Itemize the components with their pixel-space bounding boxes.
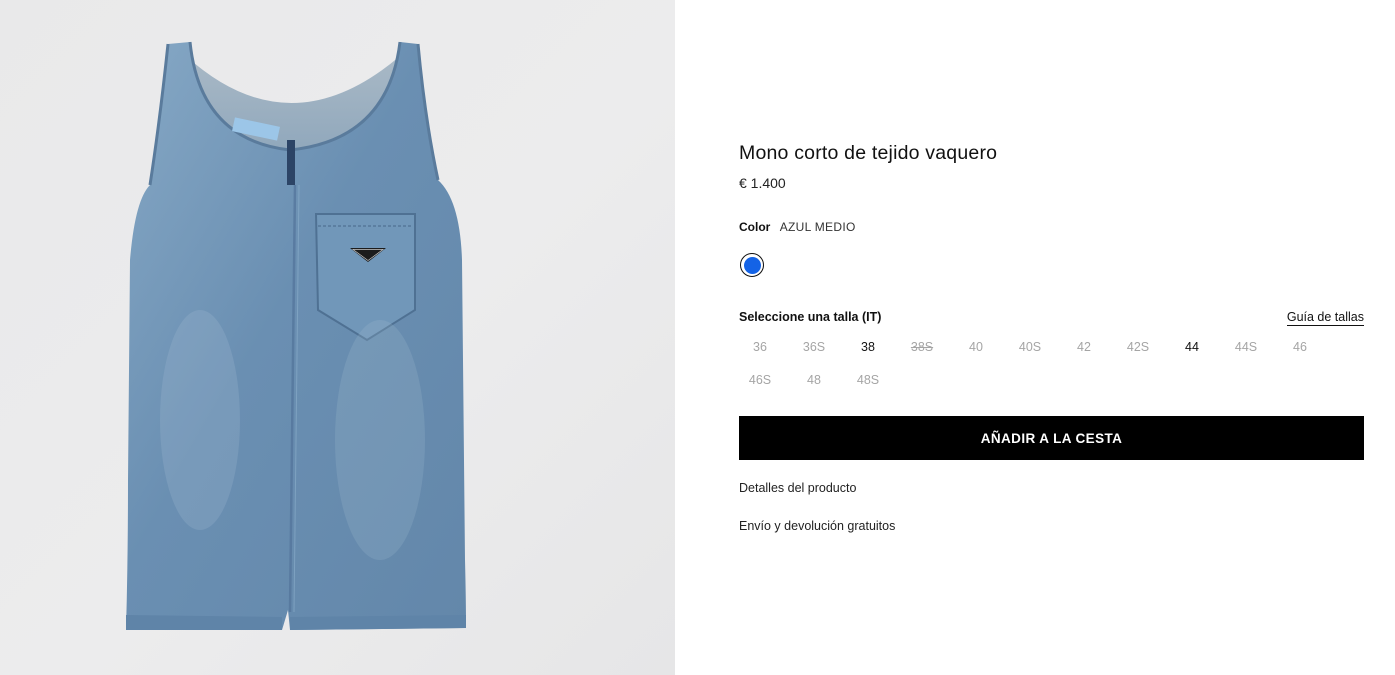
product-title: Mono corto de tejido vaquero: [739, 142, 998, 164]
size-guide-link[interactable]: Guía de tallas: [1286, 310, 1364, 326]
size-option-48[interactable]: 48: [793, 367, 835, 393]
size-option-44s[interactable]: 44S: [1225, 334, 1267, 360]
product-image-panel: [0, 0, 675, 675]
size-option-38[interactable]: 38: [847, 334, 889, 360]
size-option-46s[interactable]: 46S: [739, 367, 781, 393]
size-option-46[interactable]: 46: [1279, 334, 1321, 360]
size-select-label: Seleccione una talla (IT): [739, 310, 882, 324]
size-option-38s[interactable]: 38S: [901, 334, 943, 360]
size-option-40s[interactable]: 40S: [1009, 334, 1051, 360]
color-label: Color: [739, 220, 771, 234]
color-row: Color AZUL MEDIO: [739, 220, 856, 234]
size-option-48s[interactable]: 48S: [847, 367, 889, 393]
size-option-42s[interactable]: 42S: [1117, 334, 1159, 360]
product-price: € 1.400: [739, 175, 786, 191]
size-header: Seleccione una talla (IT) Guía de tallas: [739, 310, 1364, 326]
size-option-40[interactable]: 40: [955, 334, 997, 360]
size-option-42[interactable]: 42: [1063, 334, 1105, 360]
shipping-returns-link[interactable]: Envío y devolución gratuitos: [739, 519, 895, 533]
color-value: AZUL MEDIO: [779, 220, 856, 234]
size-option-44[interactable]: 44: [1171, 334, 1213, 360]
color-swatch-fill: [743, 256, 761, 274]
product-details-link[interactable]: Detalles del producto: [739, 481, 856, 495]
size-option-36[interactable]: 36: [739, 334, 781, 360]
denim-romper-image: [126, 41, 466, 630]
add-to-cart-button[interactable]: AÑADIR A LA CESTA: [739, 416, 1364, 460]
color-swatch-azul-medio[interactable]: [740, 253, 764, 277]
size-option-36s[interactable]: 36S: [793, 334, 835, 360]
